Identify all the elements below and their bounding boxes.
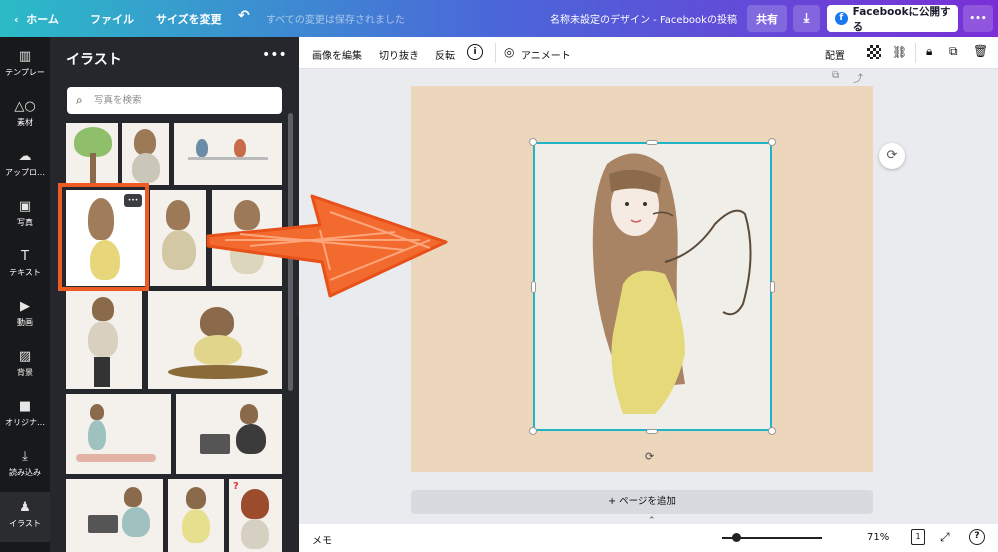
import-icon: ⤓ [22,449,28,464]
edit-image-button[interactable]: 画像を編集 [312,47,362,62]
illustration-icon: ♟ [19,500,31,515]
trash-icon[interactable]: 🗑︎ [973,44,988,58]
resize-handle-se[interactable] [768,427,776,435]
video-icon: ▶ [20,299,30,314]
panel-title: イラスト [66,52,122,68]
template-icon: ▥ [18,49,32,64]
sidebar-item-import[interactable]: ⤓ 読み込み [0,449,50,478]
context-toolbar: 画像を編集 切り抜き 反転 i ◎ アニメート 配置 ⛓ 🔒︎ ⧉ 🗑︎ [299,37,998,69]
selected-illustration[interactable] [533,142,772,431]
chevron-left-icon: ‹ [14,13,19,26]
resize-handle-nw[interactable] [529,138,537,146]
sidebar-item-background[interactable]: ▨ 背景 [0,349,50,378]
illustration-thumb-woman-standing[interactable] [66,291,142,389]
sidebar-item-uploads[interactable]: ☁ アップロ… [0,149,50,178]
search-input[interactable]: ⌕ 写真を検索 [67,87,282,114]
sidebar-rail: ▥ テンプレー △○ 素材 ☁ アップロ… ▣ 写真 T テキスト ▶ 動画 ▨ 背景 ■ オリ… [0,37,50,552]
woman-illustration [592,153,752,414]
resize-menu[interactable]: サイズを変更 [156,11,222,27]
sidebar-item-elements[interactable]: △○ 素材 [0,99,50,128]
link-icon[interactable]: ⛓ [892,45,907,59]
duplicate-icon[interactable]: ⧉ [949,44,958,59]
resize-handle-ne[interactable] [768,138,776,146]
resize-handle-sw[interactable] [529,427,537,435]
elements-icon: △○ [14,99,36,114]
rotate-icon[interactable]: ⟳ [645,450,654,463]
original-icon: ■ [18,399,32,414]
thumb-more-button[interactable]: ••• [124,194,142,207]
illustration-thumb-selected-woman[interactable]: ••• [66,190,146,286]
home-button[interactable]: ‹ ホーム [14,11,59,27]
file-menu[interactable]: ファイル [90,11,134,27]
info-icon[interactable]: i [467,44,483,60]
illustration-thumb-laptop[interactable] [176,394,282,474]
add-page-button[interactable]: + ページを追加 [411,490,873,514]
illustration-panel: イラスト ••• ⌕ 写真を検索 ••• ? [50,37,299,552]
panel-scrollbar[interactable] [288,113,293,391]
flip-button[interactable]: 反転 [435,47,455,62]
illustration-thumb-office[interactable] [174,123,282,185]
zoom-slider-thumb[interactable] [732,533,741,542]
undo-icon[interactable]: ↶ [238,8,250,24]
toolbar-divider [915,43,916,63]
illustration-thumb-tree[interactable] [66,123,118,185]
sidebar-item-photos[interactable]: ▣ 写真 [0,199,50,228]
panel-more-button[interactable]: ••• [262,47,287,63]
help-button[interactable]: ? [969,529,985,545]
save-status: すべての変更は保存されました [266,15,405,26]
sidebar-item-text[interactable]: T テキスト [0,249,50,278]
sidebar-item-original[interactable]: ■ オリジナ… [0,399,50,428]
sidebar-item-templates[interactable]: ▥ テンプレー [0,49,50,78]
more-options-button[interactable]: ••• [963,5,993,32]
bottom-bar: メモ 71% 1 ⤢ ? [299,524,998,552]
illustration-thumb-woman-pc[interactable] [66,479,163,552]
search-icon: ⌕ [76,93,83,107]
page-count-button[interactable]: 1 [911,529,925,545]
illustration-thumb-woman-phone[interactable] [122,123,169,185]
publish-facebook-button[interactable]: f Facebookに公開する [827,5,958,33]
refresh-icon[interactable]: ⟳ [879,143,905,169]
download-icon[interactable]: ⤓ [793,5,820,32]
position-button[interactable]: 配置 [825,47,845,62]
sidebar-item-video[interactable]: ▶ 動画 [0,299,50,328]
lock-icon[interactable]: 🔒︎ [926,44,932,59]
crop-button[interactable]: 切り抜き [379,47,419,62]
background-icon: ▨ [18,349,32,364]
transparency-icon[interactable] [867,45,881,59]
toolbar-divider [495,43,496,63]
illustration-thumb-woman-thinking[interactable] [150,190,206,286]
notes-button[interactable]: メモ [312,532,332,547]
zoom-level[interactable]: 71% [867,532,889,543]
page-duplicate-icon[interactable]: ⧉ [832,70,839,81]
photo-icon: ▣ [18,199,32,214]
resize-handle-n[interactable] [646,140,658,145]
share-button[interactable]: 共有 [747,5,787,32]
animate-icon[interactable]: ◎ [504,45,514,59]
illustration-thumb-yoga[interactable] [66,394,171,474]
facebook-icon: f [835,12,848,25]
sidebar-item-illustration[interactable]: ♟ イラスト [0,492,50,542]
resize-handle-w[interactable] [531,281,536,293]
illustration-thumb-woman-question[interactable]: ? [229,479,282,552]
illustration-thumb-woman-bun[interactable] [168,479,224,552]
resize-handle-s[interactable] [646,429,658,434]
illustration-thumb-woman-smile[interactable] [212,190,282,286]
fullscreen-icon[interactable]: ⤢ [940,530,950,545]
design-title[interactable]: 名称未設定のデザイン - Facebookの投稿 [550,11,737,26]
animate-button[interactable]: アニメート [521,47,571,62]
top-bar: ‹ ホーム ファイル サイズを変更 ↶ すべての変更は保存されました 名称未設定… [0,0,998,37]
page-add-icon[interactable]: ⤴ [853,70,863,85]
text-icon: T [21,249,29,264]
illustration-thumb-woman-desk[interactable] [148,291,282,389]
upload-icon: ☁ [18,149,32,164]
resize-handle-e[interactable] [770,281,775,293]
